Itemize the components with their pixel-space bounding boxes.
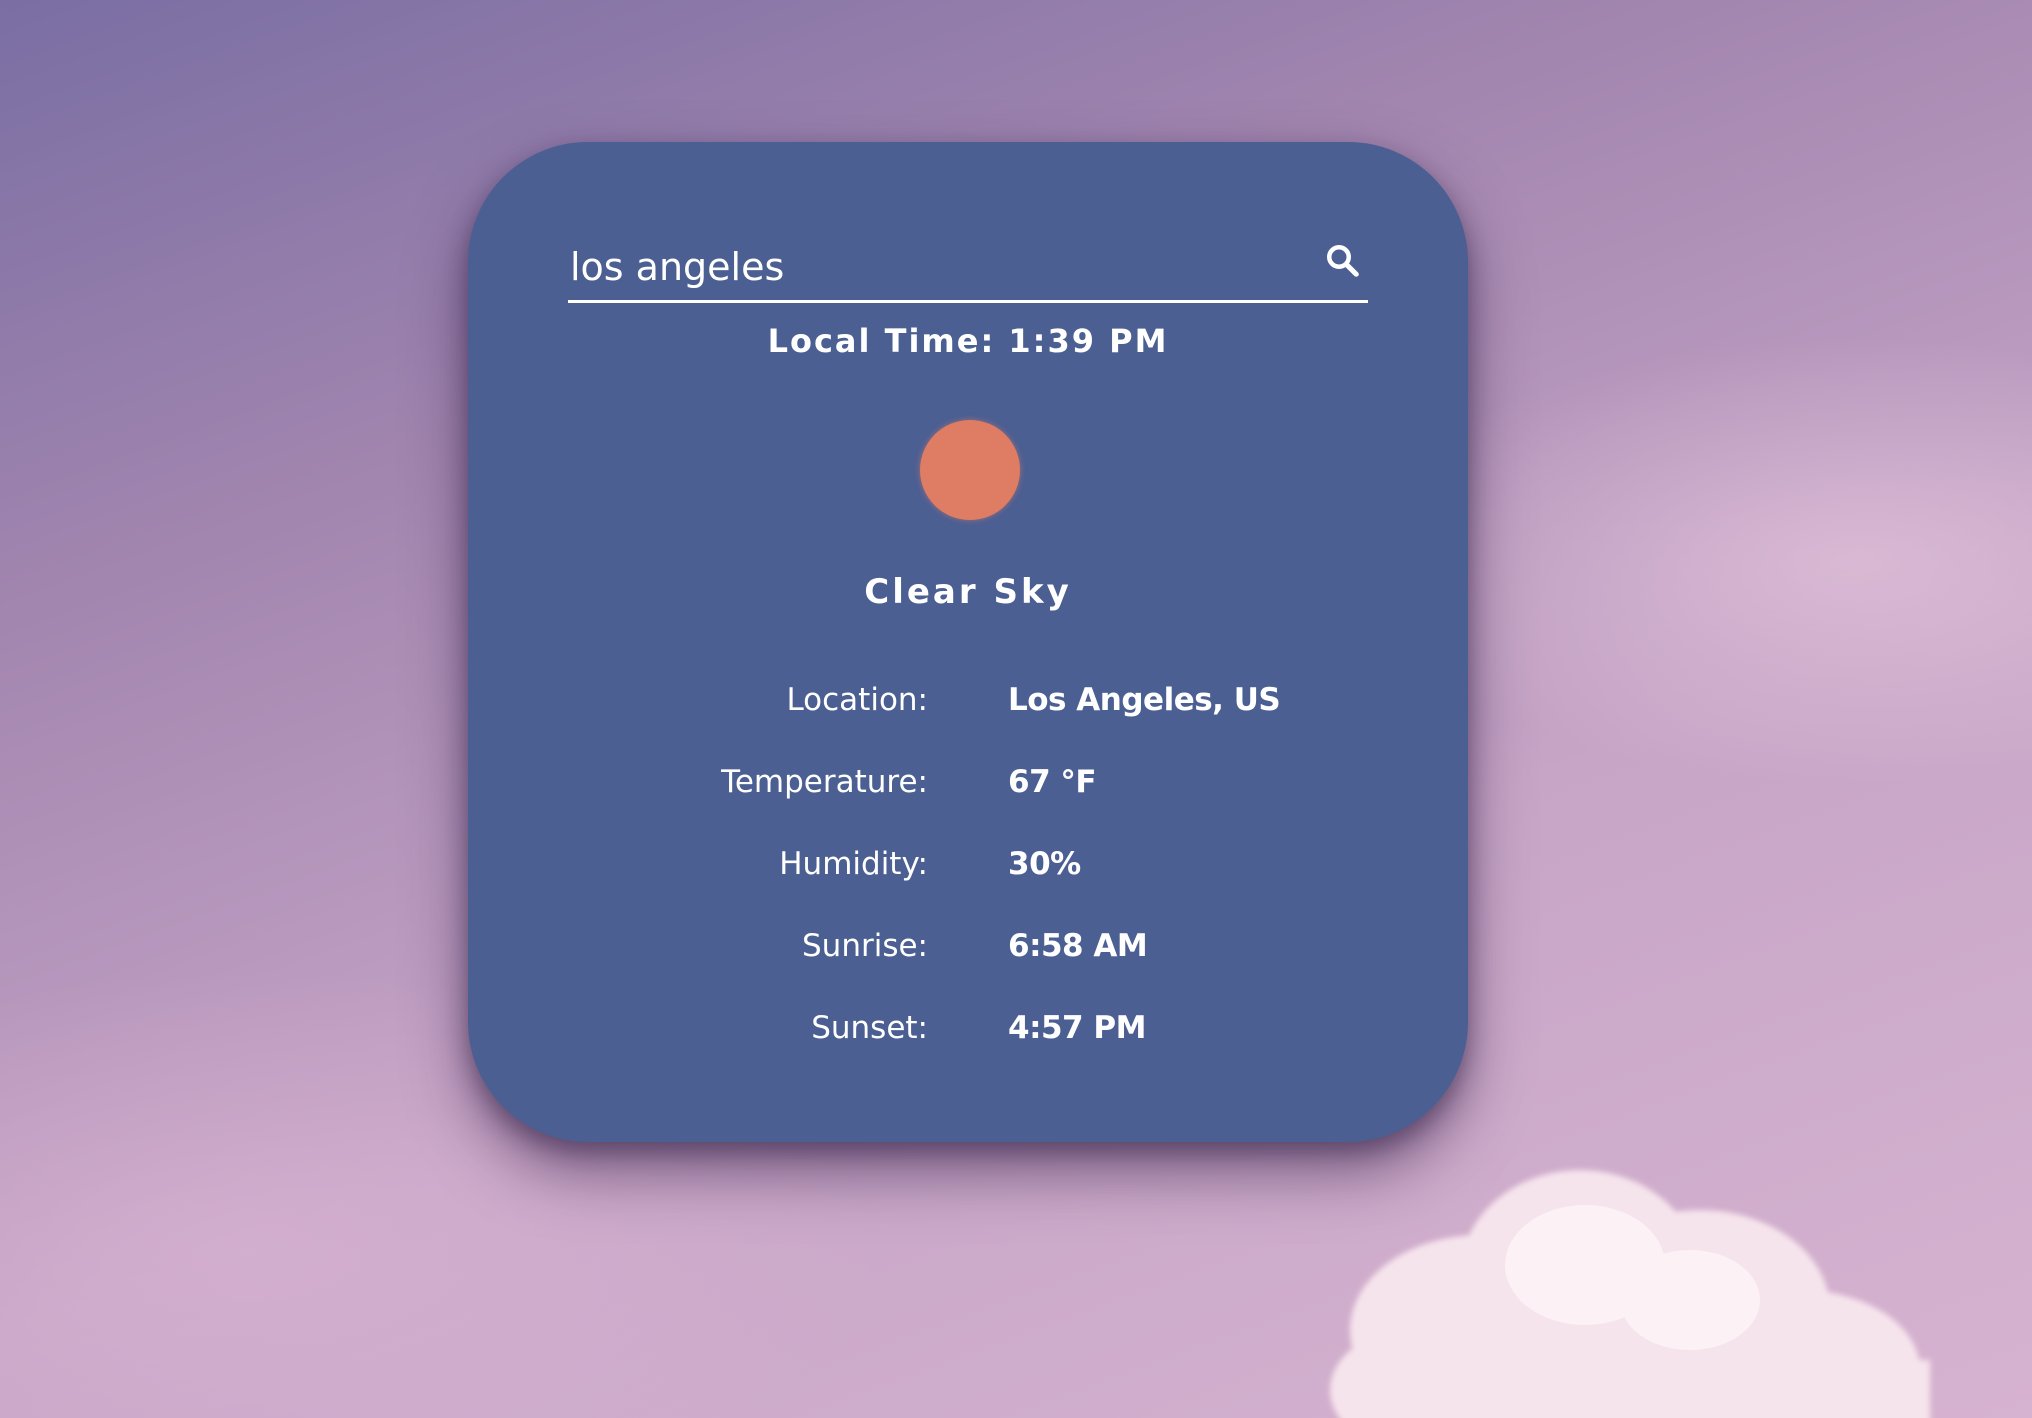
temperature-label: Temperature: (721, 764, 928, 800)
location-label: Location: (786, 682, 928, 718)
search-button[interactable] (1308, 230, 1368, 290)
search-bar (568, 230, 1368, 303)
weather-details: Location: Los Angeles, US Temperature: 6… (468, 682, 1468, 1092)
local-time: Local Time: 1:39 PM (767, 322, 1169, 360)
sunrise-label: Sunrise: (802, 928, 928, 964)
search-input[interactable] (568, 240, 1288, 300)
detail-row-temperature: Temperature: 67 °F (468, 764, 1468, 846)
detail-row-sunrise: Sunrise: 6:58 AM (468, 928, 1468, 1010)
search-icon (1327, 245, 1359, 277)
detail-row-sunset: Sunset: 4:57 PM (468, 1010, 1468, 1092)
detail-row-location: Location: Los Angeles, US (468, 682, 1468, 764)
sunset-value: 4:57 PM (1008, 1010, 1146, 1046)
humidity-value: 30% (1008, 846, 1081, 882)
weather-card: Local Time: 1:39 PM Clear Sky Location: … (468, 142, 1468, 1142)
sunrise-value: 6:58 AM (1008, 928, 1148, 964)
temperature-value: 67 °F (1008, 764, 1097, 800)
location-value: Los Angeles, US (1008, 682, 1281, 718)
detail-row-humidity: Humidity: 30% (468, 846, 1468, 928)
weather-condition: Clear Sky (864, 572, 1072, 612)
humidity-label: Humidity: (779, 846, 928, 882)
sun-icon (920, 420, 1020, 520)
sunset-label: Sunset: (811, 1010, 928, 1046)
